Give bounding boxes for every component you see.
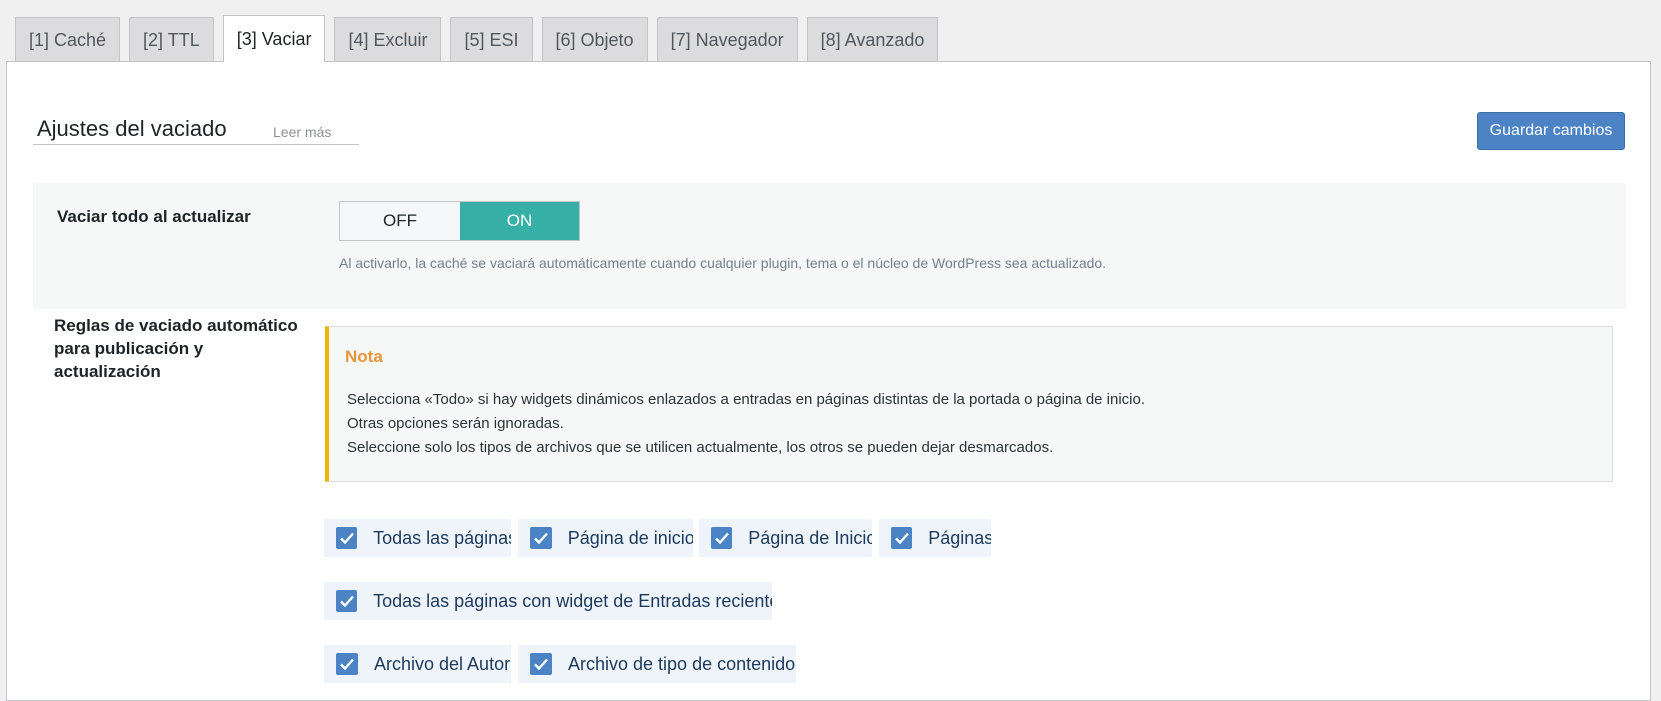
checkbox-checked-icon (891, 527, 913, 549)
tab-advanced[interactable]: [8] Avanzado (806, 17, 939, 62)
purge-on-upgrade-row: Vaciar todo al actualizar OFF ON Al acti… (33, 183, 1626, 309)
tab-browser[interactable]: [7] Navegador (656, 17, 798, 62)
checkbox-author-archive[interactable]: Archivo del Autor (324, 645, 511, 683)
tab-purge[interactable]: [3] Vaciar (222, 15, 326, 62)
note-title: Nota (345, 347, 383, 366)
checkbox-label: Todas las páginas con widget de Entradas… (373, 590, 772, 611)
note-text: Selecciona «Todo» si hay widgets dinámic… (347, 391, 1146, 456)
section-title: Ajustes del vaciado (37, 116, 227, 141)
checkbox-label: Página de Inicio (748, 527, 872, 548)
checkbox-pages[interactable]: Páginas (879, 519, 991, 557)
note-box: Nota Selecciona «Todo» si hay widgets di… (325, 326, 1613, 482)
checkbox-checked-icon (336, 653, 358, 675)
tab-ttl[interactable]: [2] TTL (129, 17, 214, 62)
checkbox-recent-posts-widget[interactable]: Todas las páginas con widget de Entradas… (324, 582, 772, 620)
tab-exclude[interactable]: [4] Excluir (334, 17, 442, 62)
checkbox-home-page[interactable]: Página de Inicio (699, 519, 872, 557)
toggle-off-option[interactable]: OFF (340, 202, 460, 240)
checkbox-all-pages[interactable]: Todas las páginas (324, 519, 511, 557)
checkbox-checked-icon (530, 527, 552, 549)
tab-esi[interactable]: [5] ESI (450, 17, 533, 62)
checkbox-label: Página de inicio (567, 527, 693, 548)
checkbox-label: Páginas (928, 527, 991, 548)
toggle-on-option[interactable]: ON (460, 202, 579, 240)
settings-tabs: [1] Caché [2] TTL [3] Vaciar [4] Excluir… (15, 15, 947, 62)
save-button[interactable]: Guardar cambios (1477, 112, 1625, 150)
tab-cache[interactable]: [1] Caché (15, 17, 121, 62)
section-header: Ajustes del vaciado Leer más (33, 116, 359, 145)
checkbox-label: Todas las páginas (373, 527, 511, 548)
purge-on-upgrade-toggle[interactable]: OFF ON (339, 201, 580, 241)
purge-on-upgrade-label: Vaciar todo al actualizar (57, 207, 251, 226)
checkbox-front-page[interactable]: Página de inicio (518, 519, 693, 557)
learn-more-link[interactable]: Leer más (273, 124, 331, 140)
checkbox-checked-icon (530, 653, 552, 675)
checkbox-checked-icon (336, 527, 358, 549)
checkbox-checked-icon (336, 590, 358, 612)
purge-on-upgrade-description: Al activarlo, la caché se vaciará automá… (339, 255, 1107, 271)
checkbox-post-type-archive[interactable]: Archivo de tipo de contenido (518, 645, 796, 683)
auto-purge-label: Reglas de vaciado automático para public… (54, 316, 298, 381)
tab-object[interactable]: [6] Objeto (541, 17, 648, 62)
checkbox-label: Archivo del Autor (374, 653, 511, 674)
checkbox-label: Archivo de tipo de contenido (568, 653, 796, 674)
checkbox-checked-icon (711, 527, 733, 549)
